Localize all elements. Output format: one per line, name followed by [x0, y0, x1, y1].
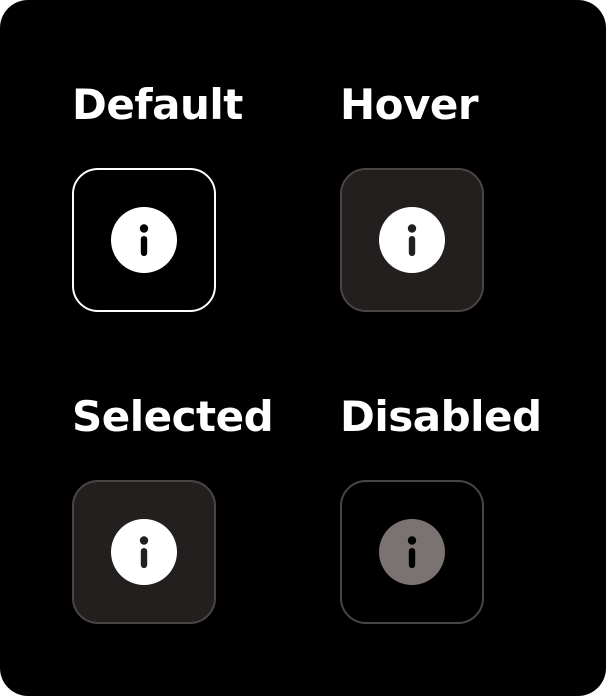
info-button-disabled	[340, 480, 484, 624]
info-icon	[379, 519, 445, 585]
info-button-selected[interactable]	[72, 480, 216, 624]
default-state-label: Default	[72, 80, 243, 129]
info-icon	[111, 519, 177, 585]
info-icon	[111, 207, 177, 273]
selected-state-label: Selected	[72, 392, 274, 441]
info-button-default[interactable]	[72, 168, 216, 312]
info-button-hover[interactable]	[340, 168, 484, 312]
state-showcase-panel: Default Hover Selected Disabled	[0, 0, 606, 696]
info-icon	[379, 207, 445, 273]
hover-state-label: Hover	[340, 80, 479, 129]
disabled-state-label: Disabled	[340, 392, 542, 441]
